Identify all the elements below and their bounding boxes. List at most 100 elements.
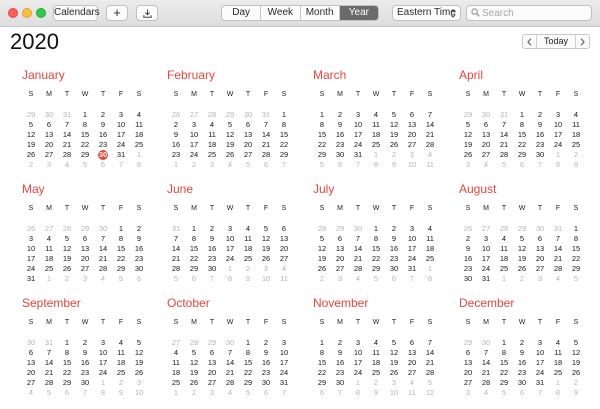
day-cell[interactable]: 26 [567, 368, 585, 378]
adjacent-month-day-cell[interactable]: 2 [58, 274, 76, 284]
day-cell[interactable]: 3 [112, 110, 130, 120]
day-cell[interactable]: 20 [477, 140, 495, 150]
day-cell[interactable]: 8 [367, 234, 385, 244]
day-cell[interactable]: 10 [94, 348, 112, 358]
day-cell[interactable]: 24 [349, 140, 367, 150]
month-name[interactable]: April [459, 68, 483, 82]
adjacent-month-day-cell[interactable]: 4 [549, 274, 567, 284]
day-cell[interactable]: 13 [40, 130, 58, 140]
day-cell[interactable]: 10 [275, 348, 293, 358]
day-cell[interactable]: 25 [130, 140, 148, 150]
day-cell[interactable]: 21 [257, 140, 275, 150]
day-cell[interactable]: 25 [421, 254, 439, 264]
day-cell[interactable]: 18 [239, 244, 257, 254]
adjacent-month-day-cell[interactable]: 3 [459, 388, 477, 398]
month-name[interactable]: October [167, 296, 210, 310]
day-cell[interactable]: 12 [22, 130, 40, 140]
adjacent-month-day-cell[interactable]: 2 [513, 274, 531, 284]
adjacent-month-day-cell[interactable]: 29 [513, 224, 531, 234]
month-july[interactable]: July S M T W T F S 28 29 30 1 2 3 4 5 6 7 8 9 10 11 12 13 14 15 16… [313, 182, 443, 292]
adjacent-month-day-cell[interactable]: 1 [549, 378, 567, 388]
day-cell[interactable]: 6 [459, 348, 477, 358]
adjacent-month-day-cell[interactable]: 31 [549, 224, 567, 234]
day-cell[interactable]: 23 [167, 150, 185, 160]
day-cell[interactable]: 1 [367, 224, 385, 234]
adjacent-month-day-cell[interactable]: 3 [403, 150, 421, 160]
adjacent-month-day-cell[interactable]: 10 [257, 274, 275, 284]
day-cell[interactable]: 13 [76, 244, 94, 254]
day-cell[interactable]: 23 [130, 254, 148, 264]
day-cell[interactable]: 20 [531, 254, 549, 264]
day-cell[interactable]: 3 [185, 120, 203, 130]
adjacent-month-day-cell[interactable]: 4 [58, 160, 76, 170]
day-cell[interactable]: 24 [22, 264, 40, 274]
day-cell[interactable]: 28 [421, 140, 439, 150]
month-september[interactable]: September S M T W T F S 30 31 1 2 3 4 5 6 7 8 9 10 11 12 13 14 1… [22, 296, 152, 406]
day-cell[interactable]: 15 [567, 244, 585, 254]
day-cell[interactable]: 4 [167, 348, 185, 358]
day-cell[interactable]: 20 [403, 130, 421, 140]
day-cell[interactable]: 17 [112, 130, 130, 140]
day-cell[interactable]: 9 [531, 120, 549, 130]
day-cell[interactable]: 5 [185, 348, 203, 358]
day-cell[interactable]: 27 [331, 264, 349, 274]
day-cell[interactable]: 18 [40, 254, 58, 264]
adjacent-month-day-cell[interactable]: 3 [331, 274, 349, 284]
day-cell[interactable]: 26 [58, 264, 76, 274]
day-cell[interactable]: 16 [331, 130, 349, 140]
adjacent-month-day-cell[interactable]: 6 [331, 160, 349, 170]
day-cell[interactable]: 30 [513, 378, 531, 388]
day-cell[interactable]: 10 [349, 348, 367, 358]
day-cell[interactable]: 27 [22, 378, 40, 388]
day-cell[interactable]: 18 [203, 140, 221, 150]
day-cell[interactable]: 9 [331, 348, 349, 358]
day-cell[interactable]: 25 [203, 150, 221, 160]
day-cell[interactable]: 7 [167, 234, 185, 244]
day-cell[interactable]: 8 [513, 120, 531, 130]
day-cell[interactable]: 21 [221, 368, 239, 378]
day-cell[interactable]: 5 [257, 224, 275, 234]
adjacent-month-day-cell[interactable]: 5 [112, 274, 130, 284]
adjacent-month-day-cell[interactable]: 1 [94, 378, 112, 388]
day-cell[interactable]: 8 [185, 234, 203, 244]
day-cell[interactable]: 15 [513, 130, 531, 140]
day-cell[interactable]: 5 [221, 120, 239, 130]
adjacent-month-day-cell[interactable]: 4 [477, 160, 495, 170]
day-cell[interactable]: 8 [112, 234, 130, 244]
day-cell[interactable]: 24 [531, 368, 549, 378]
day-cell[interactable]: 20 [40, 140, 58, 150]
month-name[interactable]: November [313, 296, 368, 310]
day-cell[interactable]: 25 [239, 254, 257, 264]
day-cell[interactable]: 14 [549, 244, 567, 254]
day-cell[interactable]: 31 [349, 150, 367, 160]
day-cell[interactable]: 20 [22, 368, 40, 378]
day-cell[interactable]: 2 [76, 338, 94, 348]
adjacent-month-day-cell[interactable]: 2 [367, 378, 385, 388]
adjacent-month-day-cell[interactable]: 29 [203, 338, 221, 348]
day-cell[interactable]: 14 [349, 244, 367, 254]
day-cell[interactable]: 12 [221, 130, 239, 140]
day-cell[interactable]: 4 [367, 338, 385, 348]
day-cell[interactable]: 23 [385, 254, 403, 264]
day-cell[interactable]: 1 [275, 110, 293, 120]
day-cell[interactable]: 2 [385, 224, 403, 234]
adjacent-month-day-cell[interactable]: 2 [239, 264, 257, 274]
day-cell[interactable]: 18 [167, 368, 185, 378]
day-cell[interactable]: 25 [495, 264, 513, 274]
adjacent-month-day-cell[interactable]: 1 [40, 274, 58, 284]
day-cell[interactable]: 22 [275, 140, 293, 150]
day-cell[interactable]: 24 [275, 368, 293, 378]
day-cell[interactable]: 13 [477, 130, 495, 140]
adjacent-month-day-cell[interactable]: 6 [385, 274, 403, 284]
day-cell[interactable]: 6 [203, 348, 221, 358]
day-cell[interactable]: 7 [349, 234, 367, 244]
day-cell[interactable]: 16 [513, 358, 531, 368]
day-cell[interactable]: 24 [477, 264, 495, 274]
adjacent-month-day-cell[interactable]: 31 [167, 224, 185, 234]
day-cell[interactable]: 27 [403, 140, 421, 150]
adjacent-month-day-cell[interactable]: 6 [257, 388, 275, 398]
day-cell[interactable]: 29 [495, 378, 513, 388]
month-february[interactable]: February S M T W T F S 26 27 28 29 30 31 1 2 3 4 5 6 7 8 9 10 11… [167, 68, 297, 178]
day-cell[interactable]: 13 [403, 120, 421, 130]
adjacent-month-day-cell[interactable]: 3 [203, 160, 221, 170]
